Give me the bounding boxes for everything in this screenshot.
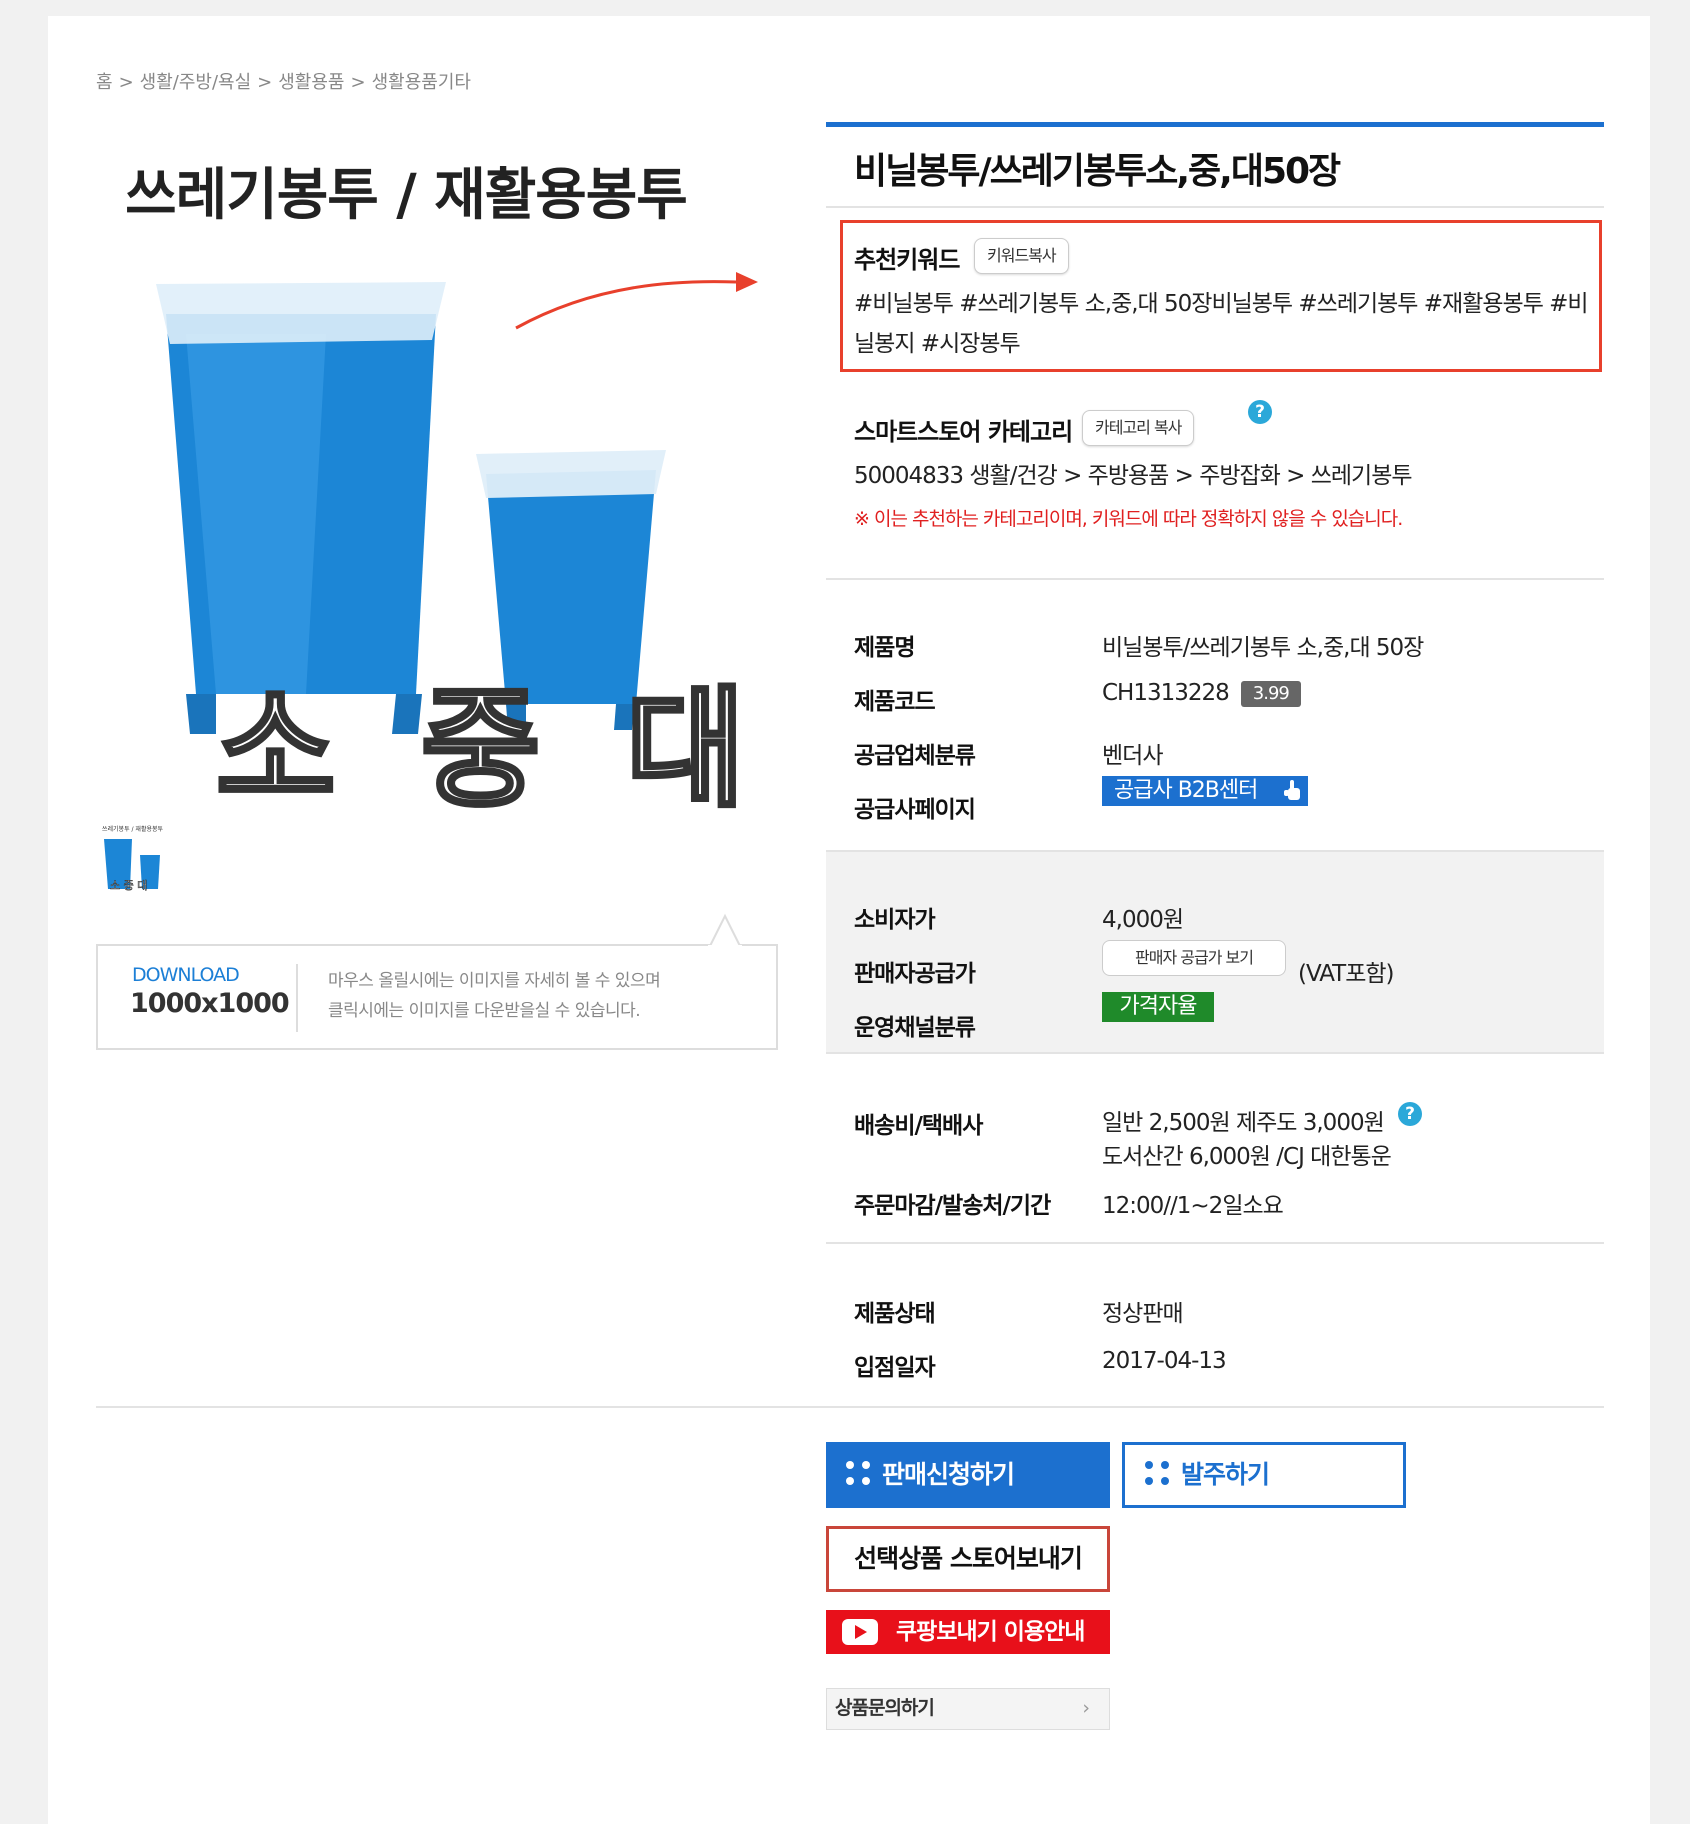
- play-video-icon: [842, 1619, 878, 1645]
- product-name-label: 제품명: [854, 635, 915, 661]
- tooltip-pointer: [708, 913, 742, 948]
- breadcrumb-category-3[interactable]: 생활용품기타: [372, 72, 471, 93]
- product-title: 비닐봉투/쓰레기봉투소,중,대50장: [854, 151, 1341, 192]
- image-size-text: 소 중 대: [214, 671, 766, 816]
- vat-included-text: (VAT포함): [1298, 961, 1395, 987]
- consumer-price-label: 소비자가: [854, 907, 936, 933]
- thumbnail-size-text: 소 중 대: [110, 879, 147, 892]
- apply-sale-label: 판매신청하기: [882, 1460, 1015, 1489]
- supplier-type-value: 벤더사: [1102, 743, 1163, 769]
- shipping-fee-line1: 일반 2,500원 제주도 3,000원: [1102, 1110, 1385, 1136]
- breadcrumb-category-1[interactable]: 생활/주방/욕실: [140, 72, 252, 93]
- product-detail-page: 홈 > 생활/주방/욕실 > 생활용품 > 생활용품기타 쓰레기봉투 / 재활용봉투 소 중…: [48, 16, 1650, 1824]
- breadcrumb-home[interactable]: 홈: [96, 72, 113, 93]
- category-path: 50004833 생활/건강 > 주방용품 > 주방잡화 > 쓰레기봉투: [854, 463, 1413, 489]
- dots-icon: [1145, 1461, 1171, 1487]
- product-code-badge: 3.99: [1240, 680, 1301, 707]
- shipping-fee-value: 일반 2,500원 제주도 3,000원 도서산간 6,000원 /CJ 대한통…: [1102, 1106, 1392, 1174]
- apply-sale-button[interactable]: 판매신청하기: [826, 1442, 1110, 1508]
- registration-date-value: 2017-04-13: [1102, 1348, 1227, 1374]
- order-deadline-value: 12:00//1~2일소요: [1102, 1193, 1284, 1219]
- send-to-store-button[interactable]: 선택상품 스토어보내기: [826, 1526, 1110, 1592]
- download-label: DOWNLOAD: [132, 964, 240, 986]
- breadcrumb-separator: >: [118, 72, 134, 93]
- copy-category-button[interactable]: 카테고리 복사: [1082, 410, 1195, 446]
- product-status-value: 정상판매: [1102, 1301, 1184, 1327]
- breadcrumb-separator: >: [257, 72, 273, 93]
- divider: [826, 206, 1604, 208]
- order-deadline-label: 주문마감/발송처/기간: [854, 1193, 1051, 1219]
- help-icon[interactable]: ?: [1398, 1102, 1422, 1126]
- download-desc-line2: 클릭시에는 이미지를 다운받을실 수 있습니다.: [328, 1001, 641, 1021]
- download-size[interactable]: 1000x1000: [130, 988, 290, 1019]
- product-thumbnail[interactable]: 쓰레기봉투 / 재활용봉투 소 중 대: [100, 820, 174, 916]
- download-description: 마우스 올릴시에는 이미지를 자세히 볼 수 있으며 클릭시에는 이미지를 다운…: [328, 966, 661, 1026]
- thumbnail-title: 쓰레기봉투 / 재활용봉투: [102, 826, 164, 833]
- divider: [296, 964, 298, 1032]
- coupang-guide-label: 쿠팡보내기 이용안내: [896, 1619, 1085, 1645]
- view-seller-price-button[interactable]: 판매자 공급가 보기: [1102, 940, 1286, 976]
- supplier-type-label: 공급업체분류: [854, 743, 976, 769]
- place-order-label: 발주하기: [1181, 1460, 1270, 1489]
- dots-icon: [846, 1461, 872, 1487]
- category-title: 스마트스토어 카테고리: [854, 418, 1073, 446]
- download-box[interactable]: DOWNLOAD 1000x1000 마우스 올릴시에는 이미지를 자세히 볼 …: [96, 913, 778, 1050]
- product-status-label: 제품상태: [854, 1301, 936, 1327]
- supplier-b2b-label: 공급사 B2B센터: [1114, 778, 1258, 803]
- title-accent-bar: [826, 122, 1604, 127]
- thumbnail-bin-icon: 소 중 대: [104, 839, 160, 892]
- product-main-image[interactable]: 쓰레기봉투 / 재활용봉투 소 중 대: [96, 124, 796, 816]
- seller-price-label: 판매자공급가: [854, 961, 976, 987]
- divider: [826, 578, 1604, 580]
- category-note: ※ 이는 추천하는 카테고리이며, 키워드에 따라 정확하지 않을 수 있습니다…: [854, 508, 1403, 530]
- breadcrumb: 홈 > 생활/주방/욕실 > 생활용품 > 생활용품기타: [96, 68, 471, 94]
- product-inquiry-label: 상품문의하기: [835, 1697, 935, 1719]
- shipping-fee-line2: 도서산간 6,000원 /CJ 대한통운: [1102, 1144, 1392, 1170]
- chevron-right-icon: ›: [1082, 1697, 1090, 1719]
- product-code-row: CH1313228 3.99: [1102, 680, 1301, 707]
- channel-badge: 가격자율: [1102, 992, 1214, 1022]
- breadcrumb-separator: >: [350, 72, 366, 93]
- supplier-page-label: 공급사페이지: [854, 797, 976, 823]
- download-desc-line1: 마우스 올릴시에는 이미지를 자세히 볼 수 있으며: [328, 971, 661, 991]
- copy-keyword-button[interactable]: 키워드복사: [974, 238, 1069, 274]
- product-code-value: CH1313228: [1102, 680, 1230, 706]
- product-code-label: 제품코드: [854, 689, 936, 715]
- consumer-price-value: 4,000원: [1102, 907, 1184, 933]
- registration-date-label: 입점일자: [854, 1355, 936, 1381]
- breadcrumb-category-2[interactable]: 생활용품: [278, 72, 344, 93]
- keyword-title: 추천키워드: [854, 246, 960, 274]
- place-order-button[interactable]: 발주하기: [1122, 1442, 1406, 1508]
- divider: [826, 1052, 1604, 1054]
- shipping-fee-label: 배송비/택배사: [854, 1113, 983, 1139]
- help-icon[interactable]: ?: [1248, 400, 1272, 424]
- divider: [826, 1242, 1604, 1244]
- divider: [826, 850, 1604, 852]
- coupang-guide-button[interactable]: 쿠팡보내기 이용안내: [826, 1610, 1110, 1654]
- keyword-list: #비닐봉투 #쓰레기봉투 소,중,대 50장비닐봉투 #쓰레기봉투 #재활용봉투…: [854, 291, 1589, 357]
- supplier-b2b-button[interactable]: 공급사 B2B센터: [1102, 776, 1308, 806]
- divider: [96, 1406, 1604, 1408]
- product-inquiry-button[interactable]: 상품문의하기 ›: [826, 1688, 1110, 1730]
- channel-label: 운영채널분류: [854, 1015, 976, 1041]
- pointer-hand-icon: [1284, 780, 1300, 800]
- product-name-value: 비닐봉투/쓰레기봉투 소,중,대 50장: [1102, 635, 1424, 661]
